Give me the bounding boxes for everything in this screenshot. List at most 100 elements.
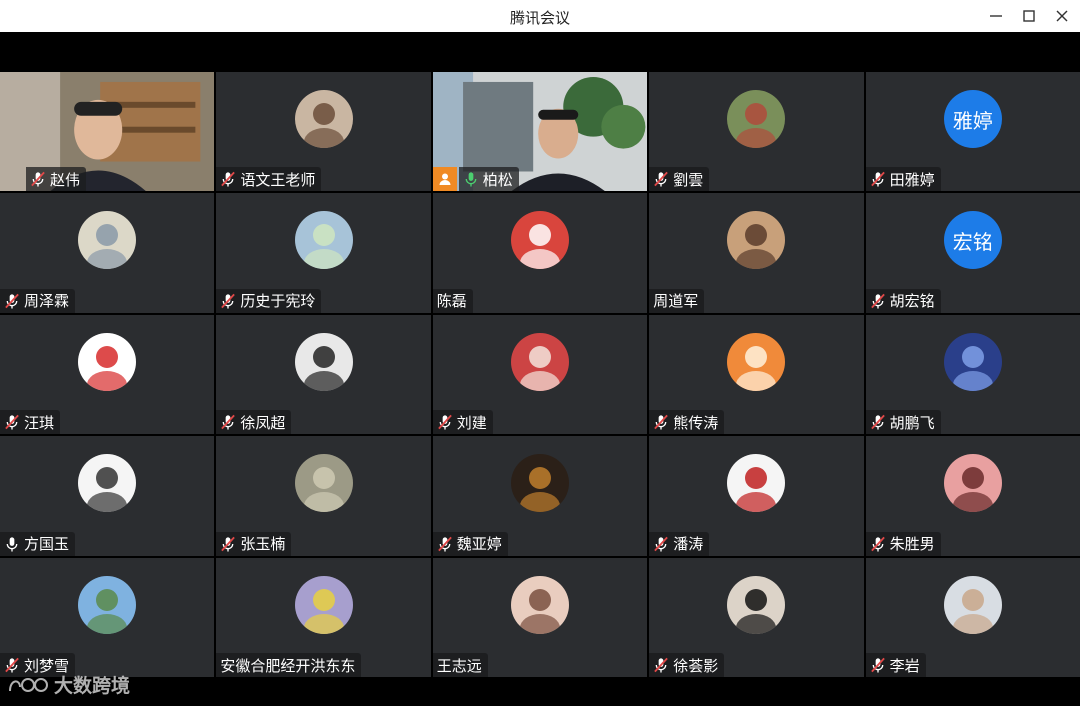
woman-sunglasses-avatar <box>510 454 569 513</box>
maximize-button[interactable] <box>1014 4 1044 28</box>
participant-tile[interactable]: 柏松 <box>432 72 648 192</box>
host-user-icon <box>432 167 457 192</box>
participant-nameplate: 魏亚婷 <box>432 531 508 556</box>
pagoda-night-avatar <box>78 454 137 513</box>
participant-nameplate: 潘涛 <box>649 531 710 556</box>
participant-name: 熊传涛 <box>673 413 719 432</box>
participant-tile[interactable]: 刘建 <box>432 314 648 435</box>
participant-nameplate: 历史于宪玲 <box>216 288 322 313</box>
mic-muted-icon <box>653 413 669 431</box>
participant-tile[interactable]: 陈磊 <box>432 193 648 313</box>
mic-muted-icon <box>4 292 20 310</box>
participant-nameplate: 刘建 <box>432 410 493 435</box>
participant-tile[interactable]: 熊传涛 <box>649 314 864 435</box>
participant-nameplate: 张玉楠 <box>216 531 292 556</box>
mic-muted-icon <box>870 170 886 188</box>
participant-nameplate: 安徽合肥经开洪东东 <box>216 653 362 677</box>
participant-nameplate: 熊传涛 <box>649 410 725 435</box>
panda-avatar <box>727 211 786 270</box>
participant-name: 魏亚婷 <box>456 535 502 554</box>
watermark-text: 大数跨境 <box>54 675 131 697</box>
participant-tile[interactable]: 劉雲 <box>649 72 864 192</box>
participant-tile[interactable]: 张玉楠 <box>216 436 431 556</box>
meeting-area: 赵伟 语文王老师 柏松 劉雲 雅婷 田雅婷 周泽霖 历史于宪玲 陈磊 周道军 宏铭 胡宏铭 汪琪 徐凤超刘… <box>0 32 1080 706</box>
mic-muted-icon <box>870 413 886 431</box>
participant-tile[interactable]: 刘梦雪 <box>0 557 215 677</box>
participant-nameplate: 田雅婷 <box>865 167 941 192</box>
plant-avatar <box>943 575 1002 634</box>
participant-nameplate: 赵伟 <box>26 167 87 192</box>
participant-tile[interactable]: 宏铭胡宏铭 <box>865 193 1080 313</box>
mic-on-icon <box>463 170 479 188</box>
participant-name: 胡鹏飞 <box>889 413 935 432</box>
participant-nameplate: 汪琪 <box>0 410 61 435</box>
landscape-avatar <box>727 90 786 148</box>
participant-nameplate: 陈磊 <box>432 288 473 313</box>
window-title: 腾讯会议 <box>509 9 570 27</box>
participant-tile[interactable]: 雅婷 田雅婷 <box>865 72 1080 192</box>
participant-name: 汪琪 <box>24 413 55 432</box>
participant-name: 语文王老师 <box>240 170 316 189</box>
participant-nameplate: 劉雲 <box>649 167 710 192</box>
cartoon-dancer-avatar <box>294 332 353 391</box>
participant-tile[interactable]: 潘涛 <box>649 436 864 556</box>
mic-muted-icon <box>220 413 236 431</box>
mic-muted-icon <box>220 535 236 553</box>
participant-tile[interactable]: 徐凤超 <box>216 314 431 435</box>
child-photo-avatar <box>294 211 353 270</box>
mic-muted-icon <box>653 170 669 188</box>
participant-tile[interactable]: 胡鹏飞 <box>865 314 1080 435</box>
mic-muted-icon <box>870 292 886 310</box>
participant-name: 方国玉 <box>24 535 70 554</box>
participant-nameplate: 柏松 <box>458 167 519 192</box>
close-button[interactable] <box>1047 4 1077 28</box>
participant-tile[interactable]: 历史于宪玲 <box>216 193 431 313</box>
participant-tile[interactable]: 魏亚婷 <box>432 436 648 556</box>
minimize-button[interactable] <box>981 4 1011 28</box>
participant-tile[interactable]: 语文王老师 <box>216 72 431 192</box>
maximize-icon <box>1023 10 1035 22</box>
mother-baby-avatar <box>78 575 137 634</box>
participant-tile[interactable]: 汪琪 <box>0 314 215 435</box>
mic-on-icon <box>4 535 20 553</box>
participant-tile[interactable]: 周道军 <box>649 193 864 313</box>
meme-face-avatar <box>727 332 786 391</box>
participant-name: 柏松 <box>482 170 513 189</box>
participant-name: 胡宏铭 <box>889 292 935 311</box>
basketball-player-avatar <box>294 454 353 513</box>
participant-nameplate: 胡宏铭 <box>865 288 941 313</box>
mic-muted-icon <box>870 656 886 674</box>
bear-toy-avatar <box>78 332 137 391</box>
football-player-avatar <box>294 90 353 148</box>
participant-name: 徐凤超 <box>240 413 286 432</box>
participant-tile[interactable]: 徐荟影 <box>649 557 864 677</box>
mic-muted-icon <box>870 535 886 553</box>
baby-avatar <box>510 575 569 634</box>
participant-name: 徐荟影 <box>673 656 719 675</box>
avatar-initials: 宏铭 <box>943 211 1002 270</box>
mic-muted-icon <box>437 535 453 553</box>
participant-tile[interactable]: 安徽合肥经开洪东东 <box>216 557 431 677</box>
mic-muted-icon <box>220 292 236 310</box>
participant-name: 劉雲 <box>673 170 704 189</box>
road-trip-avatar <box>727 454 786 513</box>
participant-tile[interactable]: 朱胜男 <box>865 436 1080 556</box>
participant-tile[interactable]: 周泽霖 <box>0 193 215 313</box>
participant-name: 赵伟 <box>50 170 81 189</box>
participant-tile[interactable]: 李岩 <box>865 557 1080 677</box>
participant-grid: 赵伟 语文王老师 柏松 劉雲 雅婷 田雅婷 周泽霖 历史于宪玲 陈磊 周道军 宏铭 胡宏铭 汪琪 徐凤超刘… <box>0 72 1080 677</box>
city-skyline-avatar <box>510 332 569 391</box>
man-sunglasses-avatar <box>294 575 353 634</box>
participant-tile[interactable]: 方国玉 <box>0 436 215 556</box>
avatar-initials: 雅婷 <box>943 90 1002 148</box>
title-bar: 腾讯会议 <box>0 0 1080 32</box>
participant-tile[interactable]: 王志远 <box>432 557 648 677</box>
participant-nameplate: 语文王老师 <box>216 167 322 192</box>
participant-name: 周泽霖 <box>24 292 70 311</box>
participant-nameplate: 徐荟影 <box>649 653 725 677</box>
watermark: 大数跨境 <box>8 671 130 698</box>
participant-tile[interactable]: 赵伟 <box>0 72 215 192</box>
mic-muted-icon <box>653 656 669 674</box>
rock-avatar <box>943 332 1002 391</box>
participant-nameplate: 周道军 <box>649 288 705 313</box>
